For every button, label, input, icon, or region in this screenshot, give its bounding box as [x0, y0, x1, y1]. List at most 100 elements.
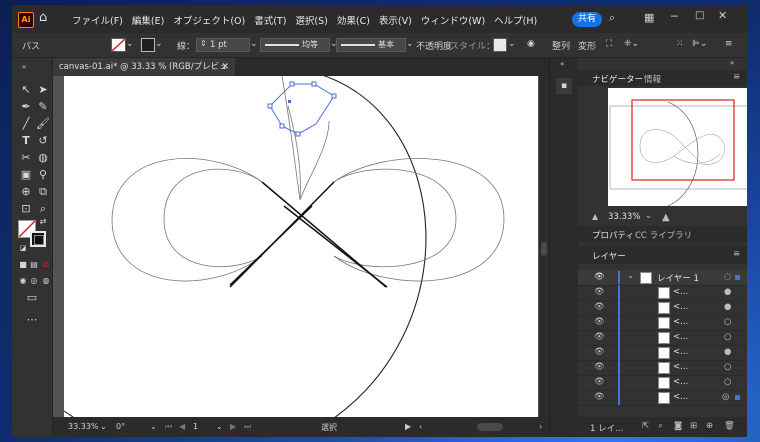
- sublayer-row[interactable]: 👁 <... ○: [578, 375, 747, 391]
- menu-view[interactable]: 表示(V): [379, 13, 412, 27]
- gradient-tool-icon[interactable]: ▣: [19, 168, 33, 182]
- layer-expand-icon[interactable]: ⌄: [627, 271, 634, 281]
- sublayer-row[interactable]: 👁 <... ○: [578, 360, 747, 376]
- sublayer-target-icon[interactable]: ◎: [722, 392, 729, 402]
- artboard-dropdown-icon[interactable]: ⌄: [216, 422, 223, 431]
- tab-cc-libraries[interactable]: CC ライブラリ: [635, 229, 692, 241]
- sublayer-target-icon[interactable]: ○: [724, 377, 731, 387]
- rotate-tool-icon[interactable]: ↺: [36, 134, 50, 148]
- shape-builder-tool-icon[interactable]: ⊕: [19, 185, 33, 199]
- close-icon[interactable]: ✕: [718, 9, 727, 22]
- artboard[interactable]: [63, 76, 538, 417]
- layer-name[interactable]: レイヤー 1: [657, 272, 699, 284]
- sublayer-row[interactable]: 👁 <... ○: [578, 315, 747, 331]
- style-swatch[interactable]: [493, 38, 507, 52]
- comments-icon[interactable]: ▪: [556, 78, 572, 94]
- layer-target-icon[interactable]: ◌: [724, 272, 731, 282]
- stroke-swatch[interactable]: [141, 38, 155, 52]
- zoom-out-icon[interactable]: ▲: [592, 212, 598, 221]
- recolor-icon[interactable]: ◉: [527, 39, 535, 49]
- zoom-dropdown-icon[interactable]: ⌄: [100, 422, 107, 431]
- stroke-dropdown-icon[interactable]: ⌄: [155, 39, 163, 49]
- new-layer-icon[interactable]: ⊕: [706, 421, 713, 431]
- sublayer-name[interactable]: <...: [673, 302, 688, 312]
- menu-object[interactable]: オブジェクト(O): [173, 13, 245, 27]
- sublayer-name[interactable]: <...: [673, 287, 688, 297]
- variable-width-profile[interactable]: 均等: [260, 38, 330, 52]
- eyedropper-tool-icon[interactable]: ⚲: [36, 168, 50, 182]
- navigator-preview[interactable]: [608, 88, 747, 207]
- share-button[interactable]: 共有: [572, 12, 602, 27]
- scroll-thumb[interactable]: [541, 242, 547, 256]
- isolate-icon[interactable]: ⛶: [606, 39, 612, 49]
- sublayer-target-icon[interactable]: ○: [724, 332, 731, 342]
- artwork[interactable]: [63, 76, 538, 417]
- brush-definition[interactable]: 基本: [336, 38, 406, 52]
- home-icon[interactable]: ⌂: [39, 10, 47, 25]
- clipping-mask-icon[interactable]: ◙: [674, 421, 682, 431]
- visibility-eye-icon[interactable]: 👁: [594, 377, 605, 387]
- sublayer-row[interactable]: 👁 <... ◎: [578, 390, 747, 406]
- vertical-scrollbar[interactable]: [539, 76, 549, 417]
- grid-icon[interactable]: ⁙: [676, 39, 684, 49]
- transform-button[interactable]: 変形: [578, 39, 596, 52]
- navigator-zoom-value[interactable]: 33.33%: [608, 212, 640, 222]
- distribute-icon[interactable]: ⊫⌄: [692, 39, 707, 49]
- sublayer-row[interactable]: 👁 <... ●: [578, 345, 747, 361]
- screen-mode-icon[interactable]: ▭: [25, 291, 39, 305]
- sublayer-target-icon[interactable]: ○: [724, 317, 731, 327]
- status-arrow-icon[interactable]: ▶: [405, 422, 411, 431]
- horizontal-scroll-thumb[interactable]: [477, 423, 503, 431]
- minimize-icon[interactable]: ─: [671, 10, 678, 23]
- visibility-eye-icon[interactable]: 👁: [594, 347, 605, 357]
- scissors-tool-icon[interactable]: ✂: [19, 151, 33, 165]
- delete-layer-icon[interactable]: 🗑: [724, 421, 735, 431]
- sublayer-name[interactable]: <...: [673, 332, 688, 342]
- tab-navigator[interactable]: ナビゲーター: [592, 73, 643, 85]
- stroke-weight-field[interactable]: ⇕ 1 pt: [196, 38, 250, 52]
- blend-tool-icon[interactable]: ⧉: [36, 185, 50, 199]
- opacity-label[interactable]: 不透明度: [416, 39, 452, 52]
- prev-artboard-icon[interactable]: ◀: [179, 422, 185, 431]
- stroke-color-swatch[interactable]: [30, 231, 46, 247]
- document-tab[interactable]: canvas-01.ai* @ 33.33 % (RGB/プレビュー) ✕: [53, 58, 235, 90]
- menu-file[interactable]: ファイル(F): [72, 13, 123, 27]
- visibility-eye-icon[interactable]: 👁: [594, 317, 605, 327]
- layers-menu-icon[interactable]: ≡: [733, 249, 740, 259]
- sublayer-target-icon[interactable]: ○: [724, 362, 731, 372]
- visibility-eye-icon[interactable]: 👁: [594, 392, 605, 402]
- swap-colors-icon[interactable]: ⇄: [36, 215, 50, 229]
- layer-selection-indicator[interactable]: [735, 275, 740, 280]
- sublayer-row[interactable]: 👁 <... ●: [578, 285, 747, 301]
- collapse-panel-icon[interactable]: »: [730, 59, 734, 67]
- last-artboard-icon[interactable]: ⏭: [244, 422, 251, 432]
- visibility-eye-icon[interactable]: 👁: [594, 362, 605, 372]
- visibility-eye-icon[interactable]: 👁: [594, 302, 605, 312]
- next-artboard-icon[interactable]: ▶: [230, 422, 236, 431]
- canvas-area[interactable]: [53, 76, 539, 417]
- line-tool-icon[interactable]: ╱: [19, 117, 33, 131]
- navigator-zoom-dropdown-icon[interactable]: ⌄: [645, 211, 652, 221]
- draw-inside-icon[interactable]: ◍: [39, 274, 53, 288]
- menu-select[interactable]: 選択(S): [295, 13, 327, 27]
- curvature-tool-icon[interactable]: ✎: [36, 100, 50, 114]
- sublayer-row[interactable]: 👁 <... ●: [578, 300, 747, 316]
- sublayer-name[interactable]: <...: [673, 392, 688, 402]
- paintbrush-tool-icon[interactable]: 🖌: [36, 117, 50, 131]
- warp-tool-icon[interactable]: ◍: [36, 151, 50, 165]
- rotation-dropdown-icon[interactable]: ⌄: [150, 422, 157, 431]
- sublayer-target-icon[interactable]: ●: [724, 347, 731, 357]
- status-rotation[interactable]: 0°: [116, 422, 125, 431]
- fill-dropdown-icon[interactable]: ⌄: [126, 39, 134, 49]
- workspace-icon[interactable]: ▦: [644, 11, 654, 24]
- scroll-right-icon[interactable]: ›: [539, 422, 542, 431]
- locate-object-icon[interactable]: ⌕: [658, 421, 663, 431]
- visibility-eye-icon[interactable]: 👁: [594, 287, 605, 297]
- brush-dropdown-icon[interactable]: ⌄: [406, 39, 414, 49]
- fill-swatch[interactable]: [111, 38, 126, 52]
- tab-properties[interactable]: プロパティ: [592, 229, 634, 241]
- status-artboard[interactable]: 1: [193, 422, 198, 431]
- sublayer-row[interactable]: 👁 <... ○: [578, 330, 747, 346]
- export-icon[interactable]: ⇱: [642, 421, 649, 431]
- stepper-icon[interactable]: ⇕: [200, 39, 207, 48]
